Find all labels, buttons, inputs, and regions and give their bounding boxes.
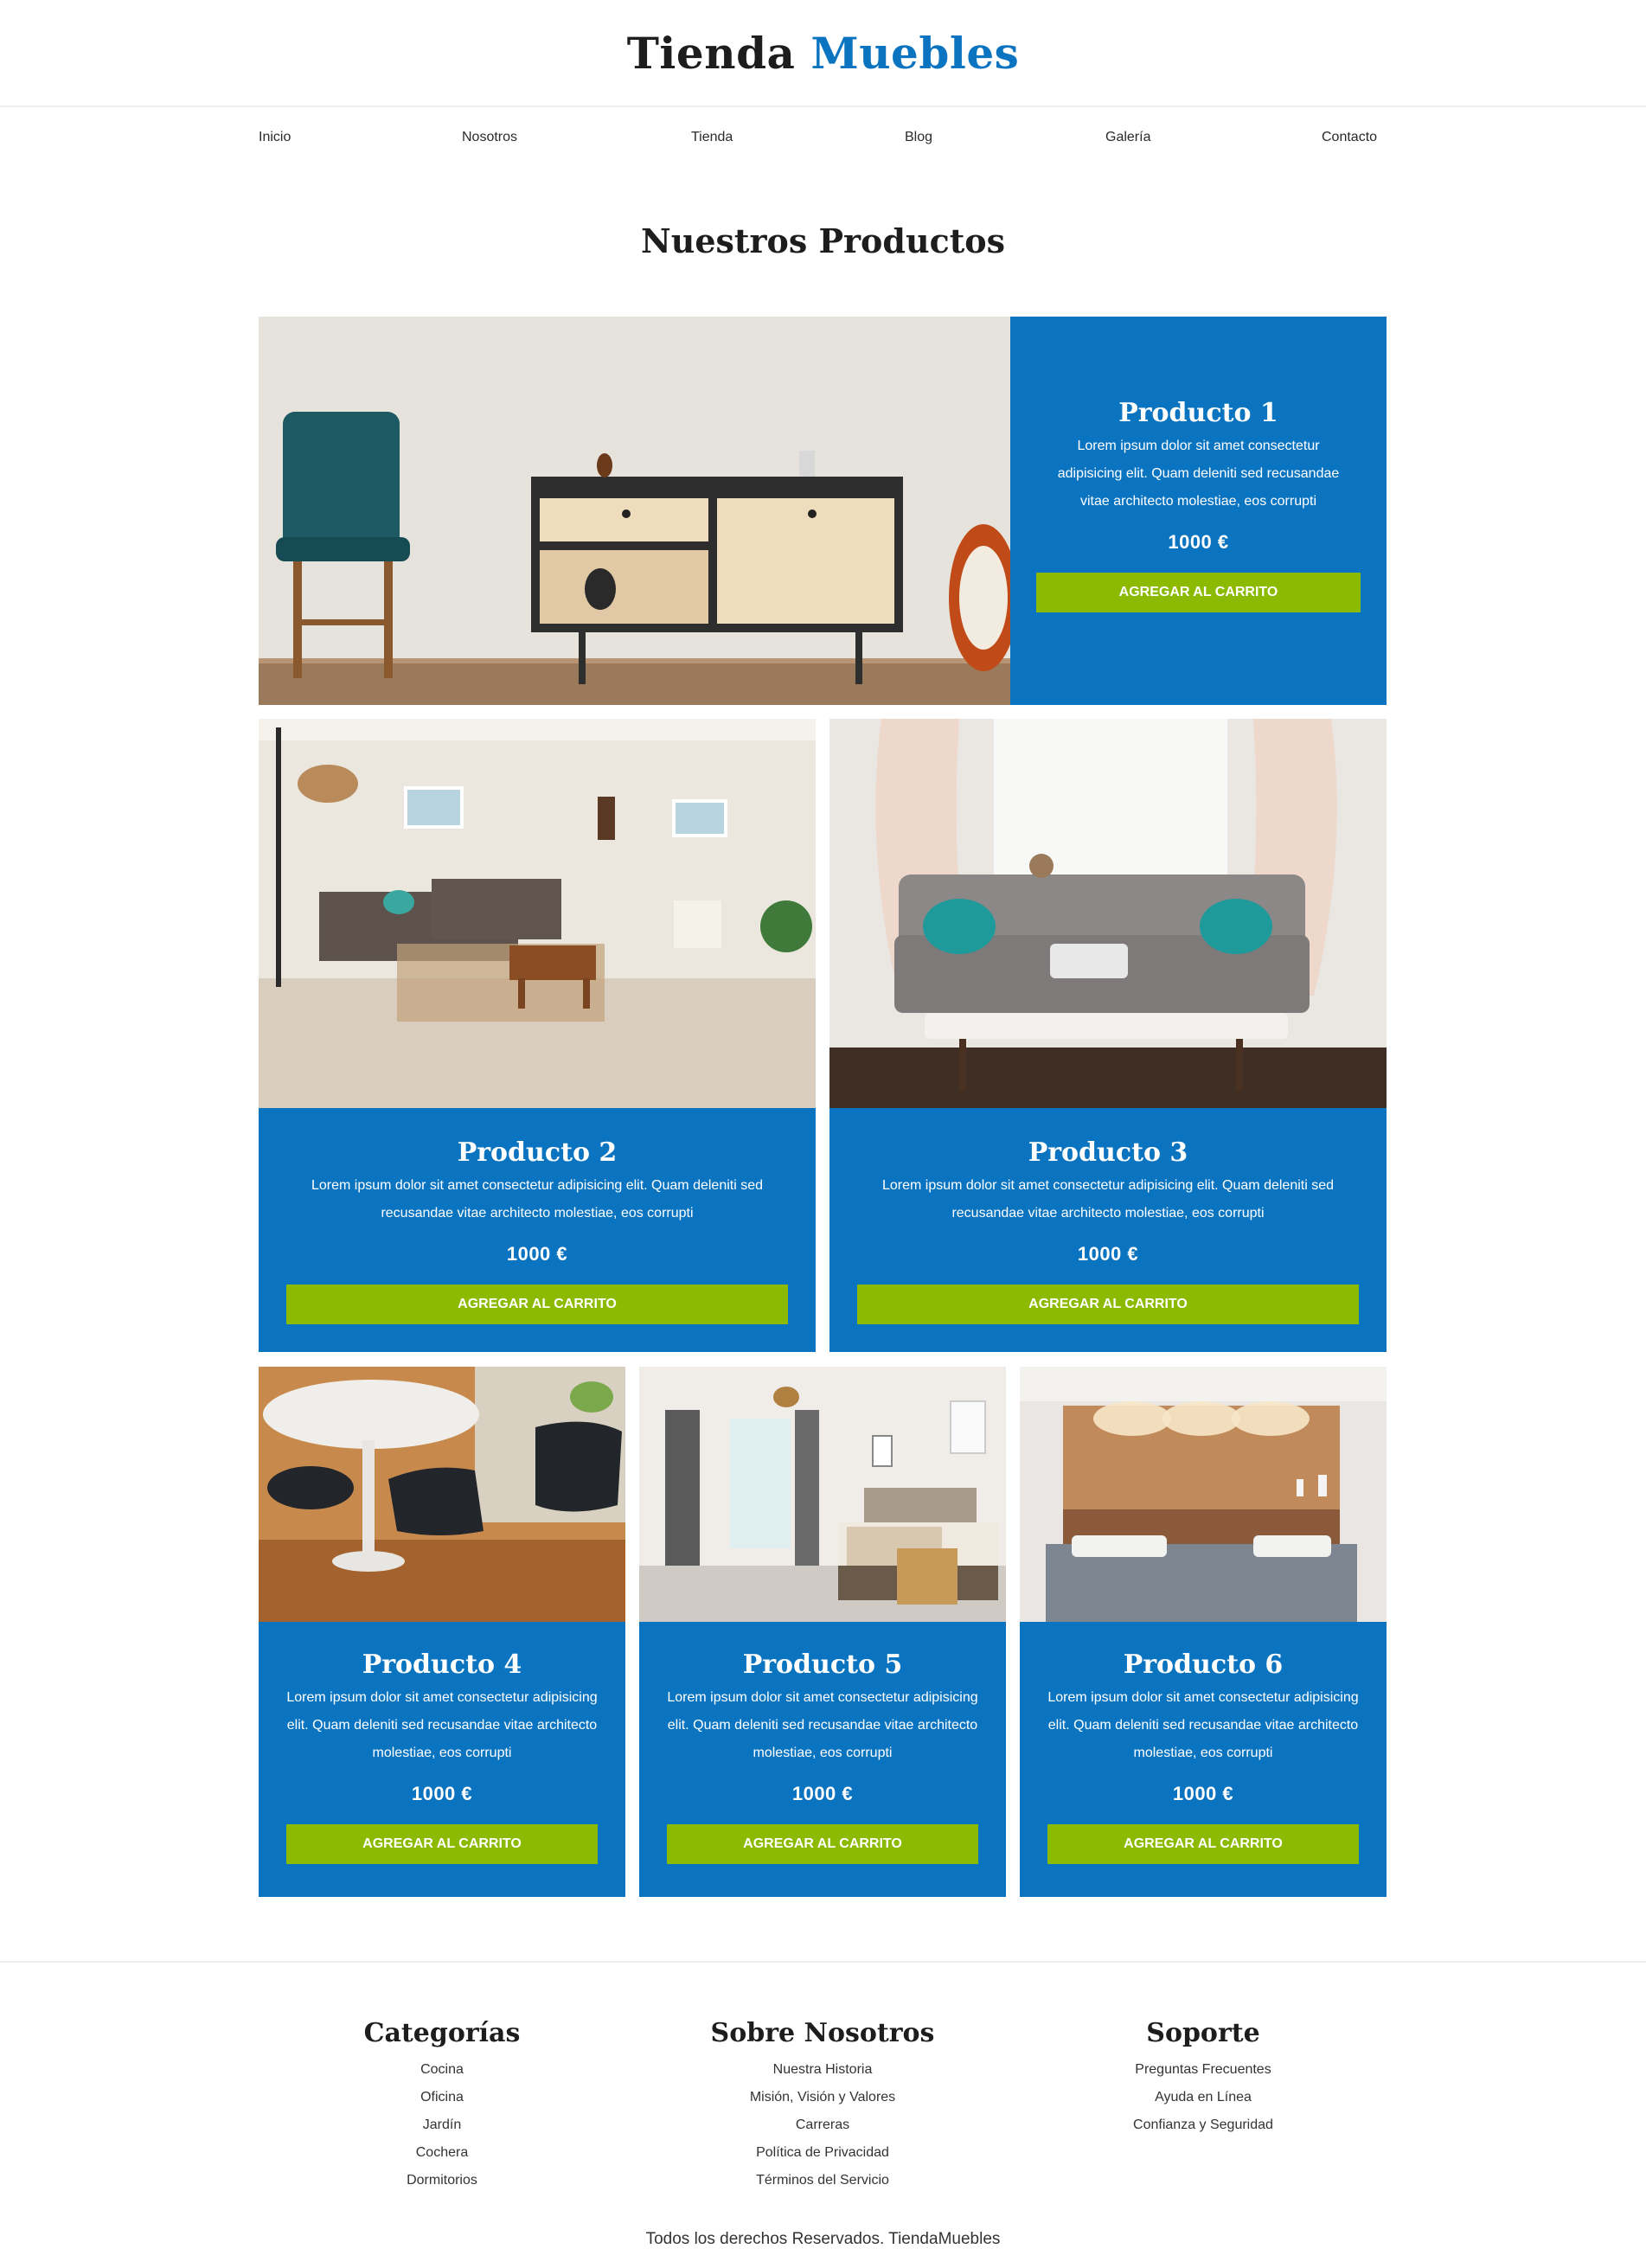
product-4-price: 1000 € — [411, 1783, 473, 1804]
product-card-1: Producto 1 Lorem ipsum dolor sit amet co… — [259, 317, 1387, 705]
product-4-description: Lorem ipsum dolor sit amet consectetur a… — [286, 1690, 598, 1760]
add-to-cart-button-3[interactable]: Agregar al Carrito — [857, 1285, 1359, 1324]
product-1-price: 1000 € — [1168, 531, 1229, 553]
footer-column-soporte: Soporte Preguntas Frecuentes Ayuda en Lí… — [1022, 2016, 1385, 2139]
product-5-description: Lorem ipsum dolor sit amet consectetur a… — [667, 1690, 978, 1760]
footer-heading-soporte: Soporte — [1146, 2018, 1260, 2048]
copyright-text: Todos los derechos Reservados. TiendaMue… — [645, 2230, 1001, 2248]
footer-link-ayuda-en-linea[interactable]: Ayuda en Línea — [1022, 2084, 1385, 2111]
footer-link-nuestra-historia[interactable]: Nuestra Historia — [641, 2056, 1004, 2084]
footer-link-jardin[interactable]: Jardín — [260, 2111, 624, 2139]
product-5-info: Producto 5 Lorem ipsum dolor sit amet co… — [639, 1648, 1006, 1864]
footer-link-confianza-seguridad[interactable]: Confianza y Seguridad — [1022, 2111, 1385, 2139]
product-6-description: Lorem ipsum dolor sit amet consectetur a… — [1047, 1690, 1359, 1760]
add-to-cart-button-4[interactable]: Agregar al Carrito — [286, 1824, 598, 1864]
add-to-cart-button-6[interactable]: Agregar al Carrito — [1047, 1824, 1359, 1864]
footer-link-dormitorios[interactable]: Dormitorios — [260, 2167, 624, 2194]
main-nav: Inicio Nosotros Tienda Blog Galería Cont… — [259, 130, 1381, 152]
footer-heading-categorias: Categorías — [363, 2018, 521, 2048]
product-1-image[interactable] — [259, 317, 1010, 705]
product-1-info: Producto 1 Lorem ipsum dolor sit amet co… — [1010, 396, 1387, 612]
nav-link-blog[interactable]: Blog — [905, 130, 932, 145]
product-2-description: Lorem ipsum dolor sit amet consectetur a… — [311, 1178, 764, 1220]
footer-link-oficina[interactable]: Oficina — [260, 2084, 624, 2111]
product-1-description: Lorem ipsum dolor sit amet consectetur a… — [1057, 439, 1340, 509]
product-3-info: Producto 3 Lorem ipsum dolor sit amet co… — [829, 1136, 1387, 1324]
product-5-price: 1000 € — [791, 1783, 854, 1804]
footer-link-privacidad[interactable]: Política de Privacidad — [641, 2139, 1004, 2167]
product-5-title: Producto 5 — [742, 1650, 903, 1680]
product-card-4: Producto 4 Lorem ipsum dolor sit amet co… — [259, 1367, 625, 1897]
product-5-image[interactable] — [639, 1367, 1006, 1622]
product-card-6: Producto 6 Lorem ipsum dolor sit amet co… — [1020, 1367, 1387, 1897]
logo-text-muebles: Muebles — [810, 27, 1020, 79]
add-to-cart-button-2[interactable]: Agregar al Carrito — [286, 1285, 788, 1324]
product-card-3: Producto 3 Lorem ipsum dolor sit amet co… — [829, 719, 1387, 1352]
section-title: Nuestros Productos — [640, 221, 1006, 260]
footer-link-mision-vision[interactable]: Misión, Visión y Valores — [641, 2084, 1004, 2111]
product-6-info: Producto 6 Lorem ipsum dolor sit amet co… — [1020, 1648, 1387, 1864]
site-footer: Categorías Cocina Oficina Jardín Cochera… — [0, 1961, 1646, 2268]
logo-text-tienda: Tienda — [626, 27, 796, 79]
footer-link-cochera[interactable]: Cochera — [260, 2139, 624, 2167]
add-to-cart-button-5[interactable]: Agregar al Carrito — [667, 1824, 978, 1864]
footer-link-cocina[interactable]: Cocina — [260, 2056, 624, 2084]
product-6-image[interactable] — [1020, 1367, 1387, 1622]
footer-link-terminos[interactable]: Términos del Servicio — [641, 2167, 1004, 2194]
product-card-5: Producto 5 Lorem ipsum dolor sit amet co… — [639, 1367, 1006, 1897]
product-4-title: Producto 4 — [362, 1650, 522, 1680]
product-3-description: Lorem ipsum dolor sit amet consectetur a… — [881, 1178, 1335, 1220]
footer-link-carreras[interactable]: Carreras — [641, 2111, 1004, 2139]
footer-link-preguntas-frecuentes[interactable]: Preguntas Frecuentes — [1022, 2056, 1385, 2084]
product-6-price: 1000 € — [1172, 1783, 1234, 1804]
site-logo[interactable]: Tienda Muebles — [627, 28, 1020, 79]
add-to-cart-button-1[interactable]: Agregar al Carrito — [1036, 573, 1361, 612]
product-2-info: Producto 2 Lorem ipsum dolor sit amet co… — [259, 1136, 816, 1324]
product-card-2: Producto 2 Lorem ipsum dolor sit amet co… — [259, 719, 816, 1352]
footer-column-categorias: Categorías Cocina Oficina Jardín Cochera… — [260, 2016, 624, 2194]
footer-column-sobre-nosotros: Sobre Nosotros Nuestra Historia Misión, … — [641, 2016, 1004, 2194]
nav-link-galeria[interactable]: Galería — [1105, 130, 1150, 145]
product-2-title: Producto 2 — [457, 1137, 618, 1168]
footer-heading-sobre-nosotros: Sobre Nosotros — [710, 2018, 935, 2048]
product-4-image[interactable] — [259, 1367, 625, 1622]
nav-link-tienda[interactable]: Tienda — [691, 130, 733, 145]
nav-link-contacto[interactable]: Contacto — [1322, 130, 1377, 145]
product-3-image[interactable] — [829, 719, 1387, 1108]
product-6-title: Producto 6 — [1123, 1650, 1284, 1680]
nav-link-nosotros[interactable]: Nosotros — [462, 130, 517, 145]
site-header: Tienda Muebles — [0, 0, 1646, 107]
product-1-title: Producto 1 — [1118, 398, 1278, 428]
product-2-price: 1000 € — [506, 1243, 568, 1265]
nav-link-inicio[interactable]: Inicio — [259, 130, 291, 145]
product-4-info: Producto 4 Lorem ipsum dolor sit amet co… — [259, 1648, 625, 1864]
product-2-image[interactable] — [259, 719, 816, 1108]
product-3-price: 1000 € — [1077, 1243, 1139, 1265]
product-3-title: Producto 3 — [1028, 1137, 1188, 1168]
